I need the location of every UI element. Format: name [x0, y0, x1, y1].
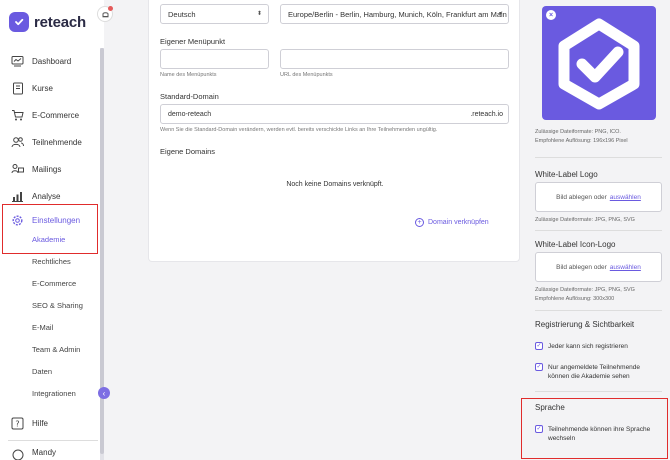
sidebar-subitem-team-admin[interactable]: Team & Admin [32, 345, 80, 354]
option-label: Nur angemeldete Teilnehmende können die … [548, 363, 640, 381]
select-file-link[interactable]: auswählen [610, 264, 641, 271]
select-arrows-icon: ⬍ [256, 11, 262, 17]
sidebar-item-teilnehmende[interactable]: Teilnehmende [0, 131, 100, 153]
collapse-sidebar-button[interactable]: ‹ [98, 387, 110, 399]
dashboard-icon [11, 55, 24, 68]
standard-domain-suffix: .reteach.io [470, 111, 503, 118]
sidebar-subitem-rechtliches[interactable]: Rechtliches [32, 257, 71, 266]
plus-circle-icon: + [415, 218, 424, 227]
custom-domains-empty-state: Noch keine Domains verknüpft. [286, 181, 384, 188]
language-select-value: Deutsch [168, 9, 196, 19]
select-file-link[interactable]: auswählen [610, 194, 641, 201]
timezone-select-value: Europe/Berlin - Berlin, Hamburg, Munich,… [288, 9, 507, 19]
brand-logo[interactable]: reteach [9, 12, 86, 32]
notification-bell-icon[interactable] [97, 6, 113, 22]
custom-menu-title: Eigener Menüpunkt [160, 37, 226, 46]
sidebar-item-label: Hilfe [32, 418, 49, 428]
reteach-logo-icon [9, 12, 29, 32]
remove-favicon-icon[interactable]: × [546, 10, 556, 20]
white-label-icon-format-hint: Zulässige Dateiformate: JPG, PNG, SVG [535, 287, 635, 293]
white-label-icon-title: White-Label Icon-Logo [535, 240, 616, 249]
section-divider [535, 157, 662, 158]
standard-domain-hint: Wenn Sie die Standard-Domain verändern, … [160, 127, 438, 133]
sidebar-item-ecommerce[interactable]: E-Commerce [0, 104, 100, 126]
menu-url-input[interactable] [280, 49, 509, 69]
sidebar-item-label: Analyse [32, 191, 61, 201]
menu-name-hint: Name des Menüpunkts [160, 72, 217, 78]
favicon-format-hint: Zulässige Dateiformate: PNG, ICO. [535, 129, 621, 135]
dropzone-text: Bild ablegen oder [556, 263, 607, 271]
dropzone-text: Bild ablegen oder [556, 193, 607, 201]
sidebar-item-kurse[interactable]: Kurse [0, 77, 100, 99]
brand-name: reteach [34, 13, 86, 31]
favicon-image [558, 18, 640, 110]
menu-url-hint: URL des Menüpunkts [280, 72, 333, 78]
option-label-line-1: Nur angemeldete Teilnehmende [548, 364, 641, 371]
white-label-logo-hint: Zulässige Dateiformate: JPG, PNG, SVG [535, 217, 635, 223]
timezone-select[interactable]: Europe/Berlin - Berlin, Hamburg, Munich,… [280, 4, 509, 24]
sidebar-subitem-seo-sharing[interactable]: SEO & Sharing [32, 301, 83, 310]
section-divider [535, 391, 662, 392]
language-select[interactable]: Deutsch ⬍ [160, 4, 269, 24]
option-label: Jeder kann sich registrieren [548, 343, 628, 350]
language-highlight-box [521, 398, 668, 459]
svg-text:?: ? [15, 419, 19, 428]
standard-domain-input[interactable]: demo-reteach .reteach.io [160, 104, 509, 124]
registration-title: Registrierung & Sichtbarkeit [535, 320, 635, 329]
sidebar-item-label: Teilnehmende [32, 137, 82, 147]
registration-option-everyone[interactable]: ✓ Jeder kann sich registrieren [535, 342, 665, 351]
custom-domains-title: Eigene Domains [160, 147, 216, 156]
sidebar-item-label: Dashboard [32, 56, 72, 66]
avatar-icon [11, 448, 24, 460]
favicon-preview[interactable]: × [542, 6, 656, 120]
white-label-logo-dropzone[interactable]: Bild ablegen oder auswählen [535, 182, 662, 212]
cart-icon [11, 109, 24, 122]
link-domain-label: Domain verknüpfen [428, 219, 489, 226]
chevron-down-icon: ▾ [498, 11, 502, 17]
users-icon [11, 136, 24, 149]
checkbox-checked-icon[interactable]: ✓ [535, 363, 543, 371]
standard-domain-value: demo-reteach [168, 111, 212, 118]
registration-option-members-only[interactable]: ✓ Nur angemeldete Teilnehmende können di… [535, 363, 665, 381]
analytics-icon [11, 190, 24, 203]
courses-icon [11, 82, 24, 95]
option-label-line-2: können die Akademie sehen [548, 373, 630, 380]
sidebar-item-dashboard[interactable]: Dashboard [0, 50, 100, 72]
sidebar-subitem-email[interactable]: E-Mail [32, 323, 53, 332]
academy-settings-panel: Deutsch ⬍ Europe/Berlin - Berlin, Hambur… [148, 0, 520, 262]
user-name: Mandy [32, 448, 57, 457]
sidebar-item-mailings[interactable]: Mailings [0, 158, 100, 180]
sidebar-subitem-daten[interactable]: Daten [32, 367, 52, 376]
favicon-resolution-hint: Empfohlene Auflösung: 196x196 Pixel [535, 138, 628, 144]
link-domain-button[interactable]: + Domain verknüpfen [415, 218, 489, 227]
section-divider [535, 230, 662, 231]
sidebar-item-label: Kurse [32, 83, 53, 93]
sidebar-subitem-ecommerce[interactable]: E-Commerce [32, 279, 76, 288]
white-label-logo-title: White-Label Logo [535, 170, 598, 179]
sidebar-item-label: Mailings [32, 164, 62, 174]
help-icon: ? [11, 417, 24, 430]
sidebar-item-user[interactable]: Mandy [0, 443, 100, 460]
checkbox-checked-icon[interactable]: ✓ [535, 342, 543, 350]
sidebar-item-label: E-Commerce [32, 110, 80, 120]
notification-dot [108, 6, 113, 11]
sidebar-subitem-integrationen[interactable]: Integrationen [32, 389, 76, 398]
sidebar-item-hilfe[interactable]: ? Hilfe [0, 412, 100, 434]
section-divider [535, 310, 662, 311]
menu-name-input[interactable] [160, 49, 269, 69]
sidebar-divider [8, 440, 98, 441]
white-label-icon-dropzone[interactable]: Bild ablegen oder auswählen [535, 252, 662, 282]
settings-highlight-box [2, 204, 98, 254]
standard-domain-title: Standard-Domain [160, 92, 219, 101]
mailings-icon [11, 163, 24, 176]
white-label-icon-resolution-hint: Empfohlene Auflösung: 300x300 [535, 296, 615, 302]
